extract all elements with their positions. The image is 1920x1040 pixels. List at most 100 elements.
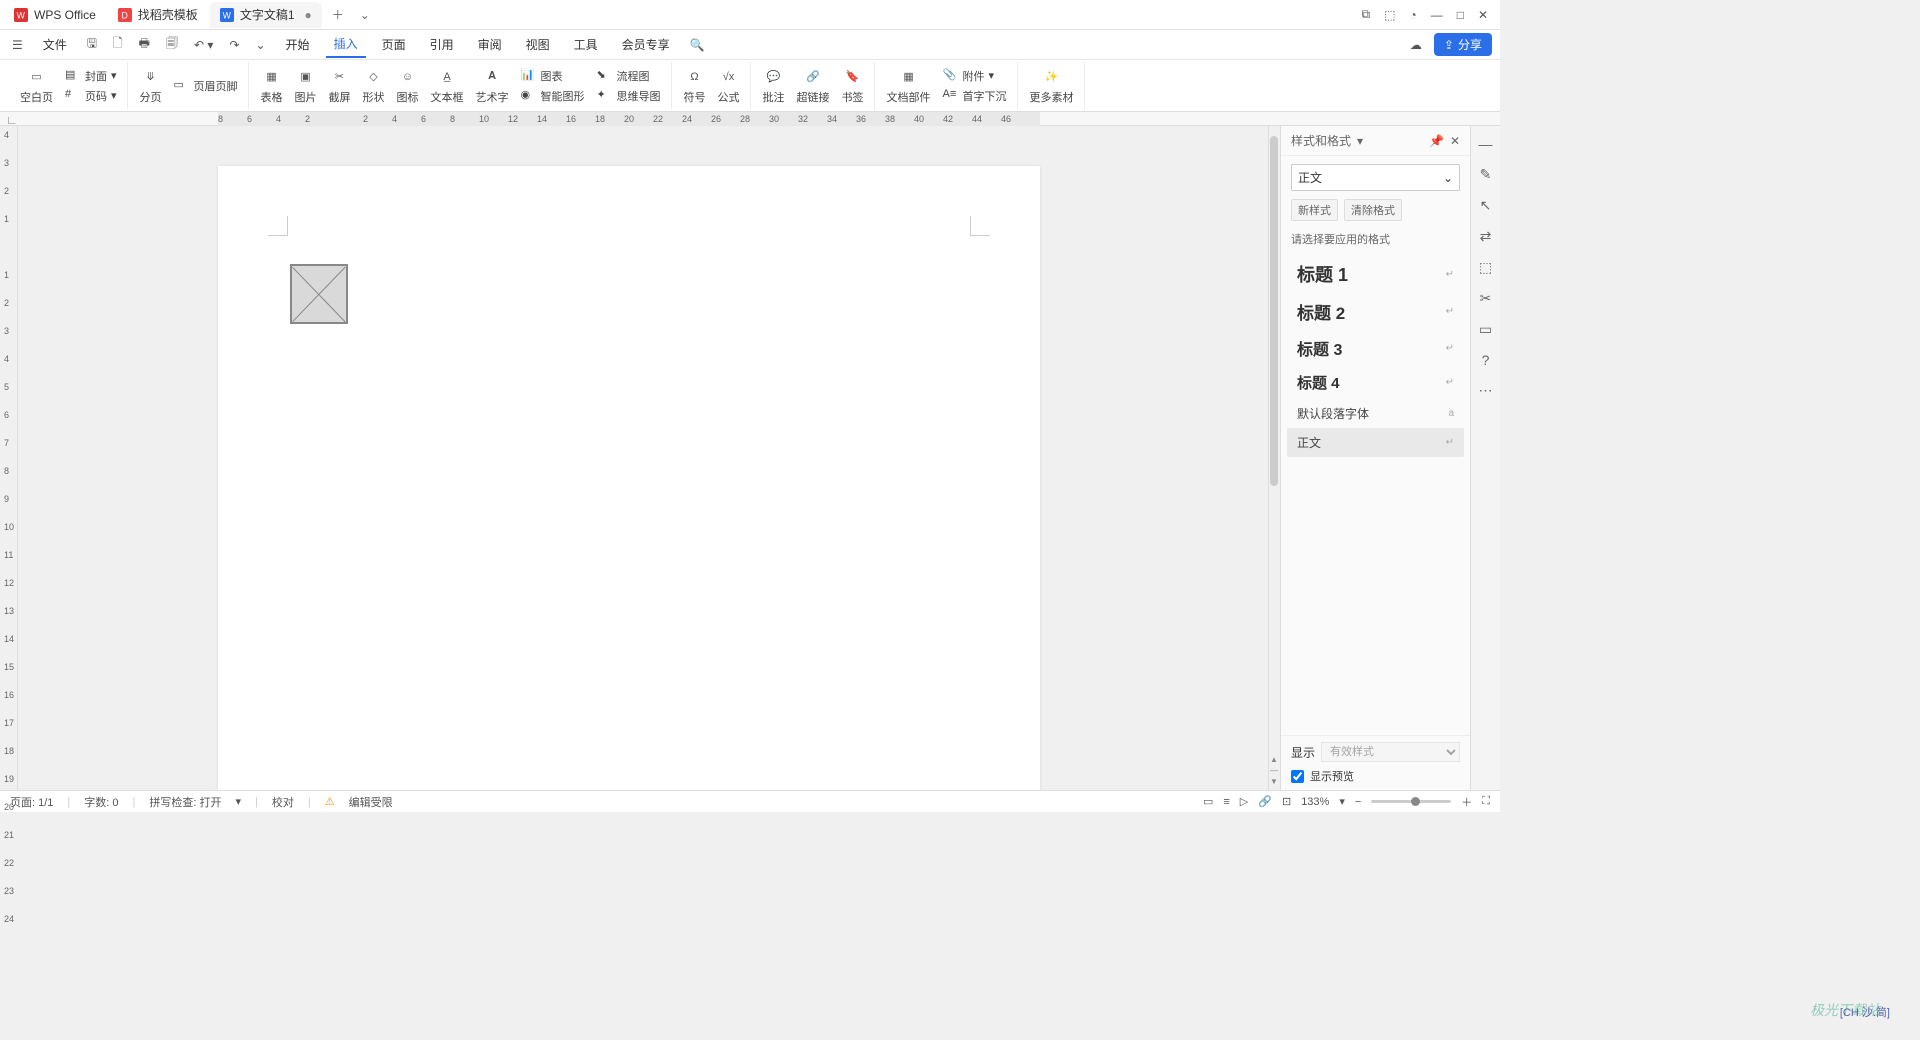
- scrollbar-thumb[interactable]: [1270, 136, 1278, 486]
- status-page[interactable]: 页面: 1/1: [10, 794, 53, 810]
- ribbon-break[interactable]: ⤋分页: [136, 65, 166, 107]
- ribbon-shape[interactable]: ◇形状: [359, 65, 389, 107]
- page[interactable]: [218, 166, 1040, 790]
- redo-icon[interactable]: ↷: [225, 36, 243, 54]
- style-body[interactable]: 正文↵: [1287, 428, 1464, 457]
- chevron-down-icon[interactable]: ⌄: [251, 36, 269, 54]
- horizontal-ruler[interactable]: 8642246810121416182022242628303234363840…: [218, 112, 1040, 126]
- ribbon-table[interactable]: ▦表格: [257, 65, 287, 107]
- undo-icon[interactable]: ↶ ▾: [190, 36, 217, 54]
- status-words[interactable]: 字数: 0: [84, 794, 118, 810]
- show-select[interactable]: 有效样式: [1321, 742, 1460, 762]
- close-panel-icon[interactable]: ✕: [1450, 134, 1460, 148]
- view-web-icon[interactable]: ▷: [1240, 795, 1248, 808]
- save-icon[interactable]: 🖫: [83, 32, 101, 57]
- ribbon-symbol[interactable]: Ω符号: [680, 65, 710, 107]
- zoom-slider[interactable]: [1371, 800, 1451, 803]
- ruler-tool-icon[interactable]: ✂: [1480, 290, 1492, 307]
- style-heading4[interactable]: 标题 4↵: [1287, 366, 1464, 399]
- minimize-button[interactable]: —: [1431, 8, 1443, 22]
- menu-member[interactable]: 会员专享: [614, 32, 678, 57]
- ribbon-chart[interactable]: 📊图表: [517, 67, 589, 85]
- ribbon-dropcap[interactable]: A≡首字下沉: [939, 87, 1011, 105]
- ribbon-picture[interactable]: ▣图片: [291, 65, 321, 107]
- ribbon-flowchart[interactable]: ⬊流程图: [593, 67, 665, 85]
- status-editlimit[interactable]: 编辑受限: [349, 794, 393, 810]
- ribbon-mindmap[interactable]: ✦思维导图: [593, 87, 665, 105]
- clear-format-button[interactable]: 清除格式: [1344, 199, 1402, 221]
- tab-document[interactable]: W 文字文稿1 ●: [210, 2, 322, 28]
- status-proof[interactable]: 校对: [272, 794, 294, 810]
- cloud-icon[interactable]: ☁: [1406, 36, 1426, 54]
- view-print-icon[interactable]: ▭: [1203, 795, 1213, 808]
- menu-start[interactable]: 开始: [278, 32, 318, 57]
- help-icon[interactable]: ?: [1482, 352, 1490, 368]
- pin-icon[interactable]: 📌: [1429, 134, 1444, 148]
- tab-dropdown-button[interactable]: ⌄: [352, 4, 378, 26]
- scroll-up-icon[interactable]: ▲: [1268, 755, 1280, 764]
- print-icon[interactable]: 🖶: [135, 32, 154, 57]
- scroll-down-icon[interactable]: ▼: [1268, 777, 1280, 786]
- tab-close-icon[interactable]: ●: [305, 8, 312, 22]
- status-spellcheck[interactable]: 拼写检查: 打开: [149, 794, 221, 810]
- style-default-font[interactable]: 默认段落字体a: [1287, 399, 1464, 428]
- ribbon-smartart[interactable]: ◉智能图形: [517, 87, 589, 105]
- menu-tools[interactable]: 工具: [566, 32, 606, 57]
- ribbon-wordart[interactable]: 𝐀艺术字: [472, 65, 513, 107]
- layout-icon[interactable]: ⧉: [1362, 7, 1371, 22]
- view-outline-icon[interactable]: ≡: [1223, 796, 1229, 808]
- share-button[interactable]: ⇪ 分享: [1434, 33, 1492, 56]
- tab-add-button[interactable]: ＋: [324, 2, 352, 27]
- ribbon-hyperlink[interactable]: 🔗超链接: [793, 65, 834, 107]
- panel-dropdown-icon[interactable]: ▾: [1357, 134, 1363, 148]
- menu-insert[interactable]: 插入: [326, 31, 366, 58]
- menu-page[interactable]: 页面: [374, 32, 414, 57]
- style-heading3[interactable]: 标题 3↵: [1287, 330, 1464, 366]
- box-icon[interactable]: ⬚: [1384, 8, 1395, 22]
- ribbon-bookmark[interactable]: 🔖书签: [838, 65, 868, 107]
- ribbon-comment[interactable]: 💬批注: [759, 65, 789, 107]
- ribbon-headerfooter[interactable]: ▭页眉页脚: [170, 77, 242, 95]
- print2-icon[interactable]: 🗐: [162, 32, 182, 57]
- vertical-scrollbar[interactable]: ▲ — ▼: [1268, 126, 1280, 790]
- file-menu[interactable]: 文件: [35, 32, 75, 57]
- ribbon-docparts[interactable]: ▦文档部件: [883, 65, 935, 107]
- ribbon-screenshot[interactable]: ✂截屏: [325, 65, 355, 107]
- view-read-icon[interactable]: 🔗: [1258, 795, 1272, 808]
- close-button[interactable]: ✕: [1478, 8, 1488, 22]
- ribbon-pagenum[interactable]: #页码 ▾: [61, 87, 121, 105]
- tab-app[interactable]: W WPS Office: [4, 2, 106, 28]
- style-heading1[interactable]: 标题 1↵: [1287, 255, 1464, 293]
- zoom-out-button[interactable]: −: [1355, 796, 1361, 808]
- zoom-in-button[interactable]: ＋: [1461, 794, 1472, 810]
- zoom-knob[interactable]: [1411, 797, 1420, 806]
- preview-checkbox[interactable]: 显示预览: [1291, 768, 1460, 784]
- ribbon-blank-page[interactable]: ▭空白页: [16, 65, 57, 107]
- ribbon-icon[interactable]: ☺图标: [393, 65, 423, 107]
- nav-tool-icon[interactable]: ⬚: [1479, 259, 1492, 276]
- fit-icon[interactable]: ⊡: [1282, 795, 1291, 808]
- print-preview-icon[interactable]: 🗋: [109, 32, 127, 57]
- menu-review[interactable]: 审阅: [470, 32, 510, 57]
- page-tool-icon[interactable]: ▭: [1479, 321, 1492, 338]
- more-tools-icon[interactable]: ⋯: [1479, 382, 1493, 399]
- style-heading2[interactable]: 标题 2↵: [1287, 293, 1464, 330]
- fullscreen-icon[interactable]: ⛶: [1482, 795, 1490, 808]
- user-icon[interactable]: ◔: [1409, 8, 1416, 22]
- edit-tool-icon[interactable]: ✎: [1480, 166, 1492, 183]
- menu-view[interactable]: 视图: [518, 32, 558, 57]
- document-canvas[interactable]: [18, 126, 1268, 790]
- settings-tool-icon[interactable]: ⇄: [1480, 228, 1492, 245]
- zoom-value[interactable]: 133%: [1301, 796, 1329, 808]
- maximize-button[interactable]: □: [1457, 8, 1464, 22]
- ribbon-cover[interactable]: ▤封面 ▾: [61, 67, 121, 85]
- new-style-button[interactable]: 新样式: [1291, 199, 1338, 221]
- inserted-rectangle-shape[interactable]: [290, 264, 348, 324]
- ribbon-equation[interactable]: √x公式: [714, 65, 744, 107]
- collapse-icon[interactable]: —: [1479, 136, 1493, 152]
- ribbon-textbox[interactable]: A̲文本框: [427, 65, 468, 107]
- vertical-ruler[interactable]: 4321123456789101112131415161718192021222…: [0, 126, 18, 790]
- current-style-select[interactable]: 正文 ⌄: [1291, 164, 1460, 191]
- ribbon-attachment[interactable]: 📎附件 ▾: [939, 67, 1011, 85]
- ribbon-more[interactable]: ✨更多素材: [1026, 65, 1078, 107]
